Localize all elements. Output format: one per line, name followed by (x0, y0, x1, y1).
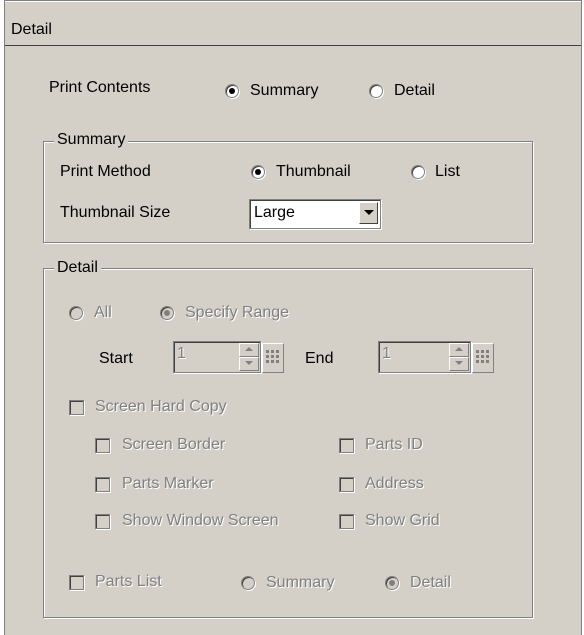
start-keypad-button[interactable] (262, 343, 284, 373)
print-contents-summary-label[interactable]: Summary (250, 82, 318, 100)
summary-group-legend: Summary (54, 131, 129, 149)
end-keypad-button[interactable] (472, 343, 494, 373)
spin-down-icon[interactable] (239, 357, 259, 371)
print-contents-detail-radio[interactable] (369, 84, 383, 98)
range-specify-radio[interactable] (160, 306, 174, 320)
parts-list-detail-radio[interactable] (385, 576, 399, 590)
range-all-label[interactable]: All (94, 304, 112, 322)
spin-up-icon[interactable] (239, 343, 259, 357)
print-method-thumbnail-radio[interactable] (251, 165, 265, 179)
detail-panel: Detail Print Contents Summary Detail Sum… (4, 0, 582, 635)
parts-list-detail-label[interactable]: Detail (410, 574, 451, 592)
parts-list-summary-radio[interactable] (241, 576, 255, 590)
print-method-list-radio[interactable] (411, 165, 425, 179)
address-checkbox[interactable] (339, 477, 354, 492)
parts-marker-checkbox[interactable] (95, 477, 110, 492)
parts-list-checkbox[interactable] (69, 575, 84, 590)
dropdown-arrow-icon[interactable] (359, 202, 378, 224)
screen-hard-copy-checkbox[interactable] (69, 400, 84, 415)
panel-title: Detail (11, 21, 52, 38)
detail-group-legend: Detail (54, 259, 101, 277)
start-spinner[interactable] (239, 343, 259, 371)
show-window-screen-checkbox[interactable] (95, 514, 110, 529)
screen-border-label[interactable]: Screen Border (122, 436, 225, 454)
parts-id-label[interactable]: Parts ID (365, 436, 423, 454)
print-contents-label: Print Contents (49, 79, 151, 96)
print-method-list-label[interactable]: List (435, 163, 460, 181)
end-value: 1 (382, 345, 391, 362)
thumbnail-size-label: Thumbnail Size (60, 204, 171, 221)
parts-list-summary-label[interactable]: Summary (266, 574, 334, 592)
keypad-icon (266, 350, 279, 363)
print-contents-summary-radio[interactable] (225, 84, 239, 98)
range-all-radio[interactable] (69, 306, 83, 320)
thumbnail-size-value: Large (254, 204, 295, 221)
start-label: Start (99, 350, 133, 367)
show-window-screen-label[interactable]: Show Window Screen (122, 512, 279, 530)
screen-border-checkbox[interactable] (95, 438, 110, 453)
print-method-label: Print Method (60, 163, 151, 180)
end-spin-field[interactable]: 1 (378, 341, 471, 373)
start-spin-field[interactable]: 1 (173, 341, 261, 373)
parts-list-label[interactable]: Parts List (95, 573, 162, 591)
end-label: End (305, 350, 334, 367)
parts-marker-label[interactable]: Parts Marker (122, 475, 214, 493)
show-grid-label[interactable]: Show Grid (365, 512, 440, 530)
thumbnail-size-select[interactable]: Large (249, 199, 381, 229)
print-method-thumbnail-label[interactable]: Thumbnail (276, 163, 351, 181)
show-grid-checkbox[interactable] (339, 514, 354, 529)
spin-down-icon[interactable] (449, 357, 469, 371)
parts-id-checkbox[interactable] (339, 438, 354, 453)
panel-title-bar: Detail (5, 0, 581, 46)
screen-hard-copy-label[interactable]: Screen Hard Copy (95, 398, 227, 416)
start-value: 1 (177, 345, 186, 362)
end-spinner[interactable] (449, 343, 469, 371)
spin-up-icon[interactable] (449, 343, 469, 357)
keypad-icon (476, 350, 489, 363)
print-contents-detail-label[interactable]: Detail (394, 82, 435, 100)
range-specify-label[interactable]: Specify Range (185, 304, 289, 322)
address-label[interactable]: Address (365, 475, 424, 493)
